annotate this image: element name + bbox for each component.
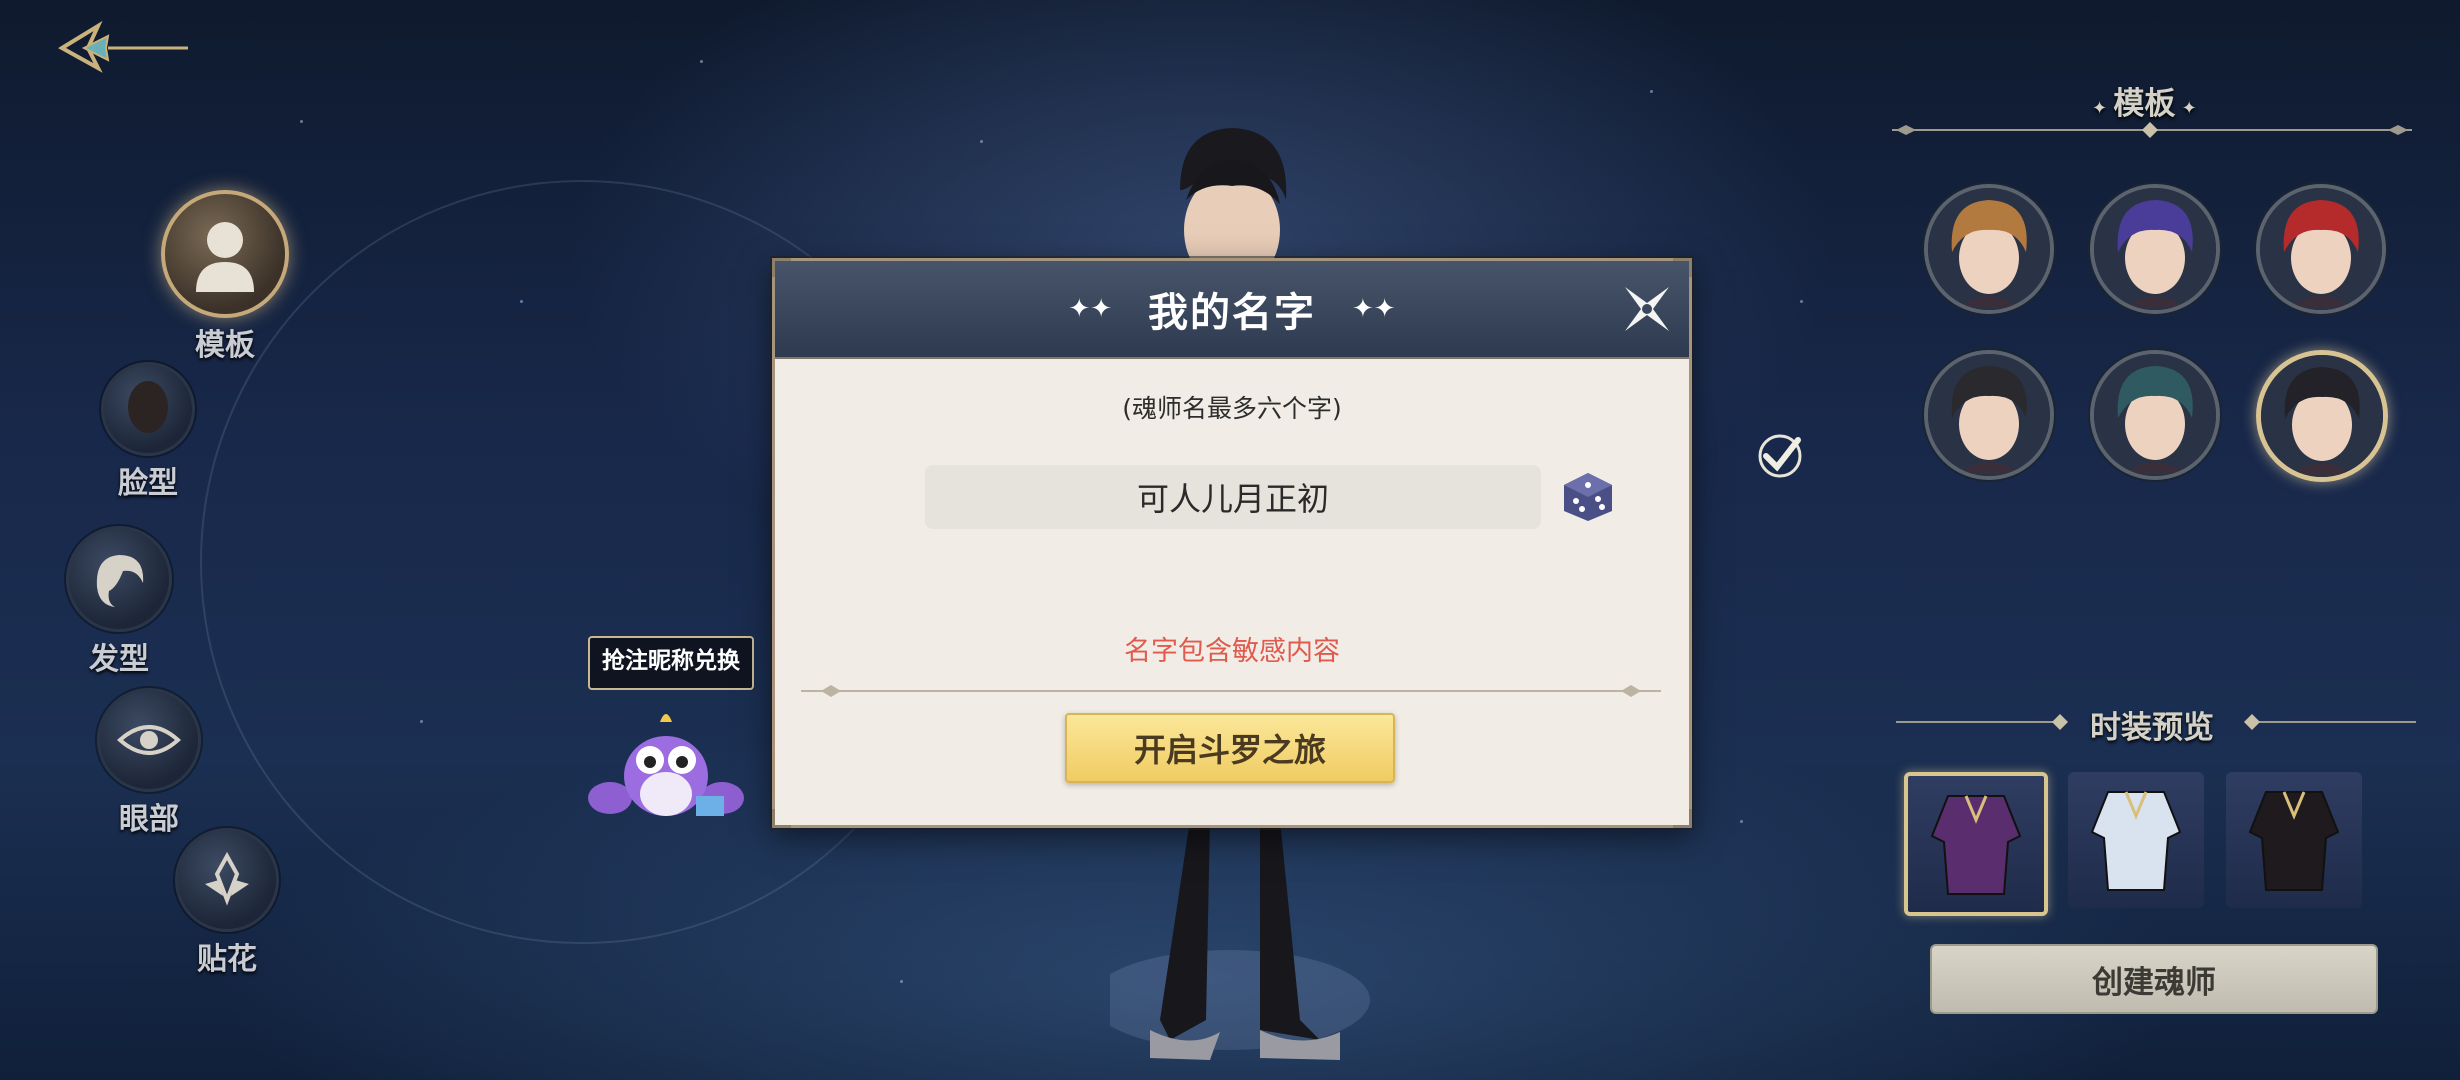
menu-item-hairstyle[interactable]: 发型 [64,526,174,678]
template-avatar[interactable] [2256,350,2388,482]
name-dialog: ✦✦ 我的名字 ✦✦ (魂师名最多六个字) 名字包含敏感内容 [772,258,1692,828]
error-message: 名字包含敏感内容 [1124,636,1340,667]
hairstyle-icon [96,555,144,607]
outfit-section-title: 时装预览 [2090,710,2214,746]
template-section-title: ✦ 模板 ✦ [2092,86,2197,122]
outfit-icon [1930,795,2022,895]
nickname-exchange-badge[interactable]: 抢注昵称兑换 [588,636,754,690]
start-journey-button[interactable]: 开启斗罗之旅 [1065,713,1395,783]
menu-item-eyes[interactable]: 眼部 [96,688,202,838]
back-arrow-icon [58,20,188,73]
decal-icon [205,851,249,906]
template-avatar[interactable] [2256,184,2386,314]
outfit-thumbnail[interactable] [2068,772,2204,908]
face-shape-icon [128,381,168,433]
sparkle-icon: ✦✦ [1068,294,1112,324]
corner-decoration [772,258,791,277]
close-button[interactable] [1621,283,1673,335]
menu-item-face-shape[interactable]: 脸型 [98,362,198,502]
close-icon [1625,287,1669,331]
menu-item-template[interactable]: 模板 [160,190,290,364]
mascot-rabbit-icon[interactable] [586,700,746,820]
menu-label-template: 模板 [195,328,255,363]
corner-decoration [1673,258,1692,277]
menu-item-decal[interactable]: 贴花 [174,828,280,978]
sparkle-icon: ✦✦ [1352,294,1396,324]
outfit-thumbnail[interactable] [1904,772,2048,916]
corner-decoration [1673,809,1692,828]
template-avatar[interactable] [2090,184,2220,314]
avatar-portrait [1928,354,2050,476]
dialog-header: ✦✦ 我的名字 ✦✦ [775,261,1689,359]
avatar-portrait [2094,354,2216,476]
dialog-title: 我的名字 [1148,290,1316,336]
outfit-thumbnail[interactable] [2226,772,2362,908]
name-input-row [925,465,1612,531]
template-avatar[interactable] [1924,350,2054,480]
corner-decoration [772,809,791,828]
dice-icon [1564,473,1612,521]
outfit-icon [2248,791,2340,891]
menu-label-hairstyle: 发型 [89,642,149,677]
eye-icon [117,725,181,755]
back-button[interactable] [58,18,198,76]
create-character-button[interactable]: 创建魂师 [1930,944,2378,1014]
menu-label-face-shape: 脸型 [118,466,178,501]
dialog-divider [801,685,1661,697]
template-divider [1892,122,2412,138]
person-silhouette-icon [196,222,254,292]
name-input[interactable] [925,465,1541,529]
outfit-divider-left [1896,714,2068,730]
avatar-portrait [2094,188,2216,310]
avatar-portrait [2261,355,2383,477]
avatar-portrait [2260,188,2382,310]
selected-check-icon [1758,434,1802,478]
template-avatar[interactable] [1924,184,2054,314]
template-avatar[interactable] [2090,350,2220,480]
name-length-hint: (魂师名最多六个字) [1122,394,1342,423]
random-name-button[interactable] [1562,471,1614,523]
outfit-icon [2090,791,2182,891]
outfit-divider-right [2244,714,2416,730]
menu-label-decal: 贴花 [197,942,257,977]
avatar-portrait [1928,188,2050,310]
